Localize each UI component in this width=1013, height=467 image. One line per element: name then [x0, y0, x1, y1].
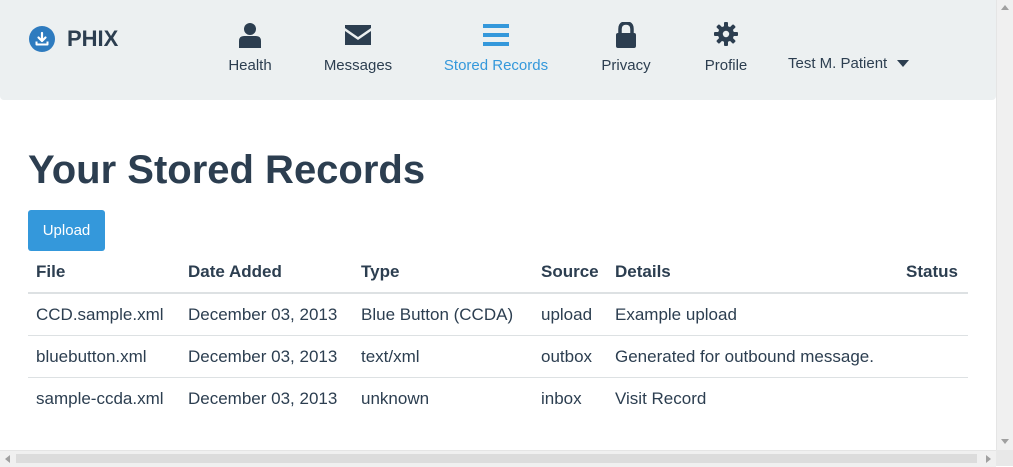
brand-name: PHIX [67, 26, 119, 51]
table-row[interactable]: bluebutton.xml December 03, 2013 text/xm… [28, 335, 968, 378]
list-icon [441, 22, 551, 50]
nav-label-health: Health [228, 57, 272, 74]
column-header-type: Type [353, 252, 533, 294]
user-icon [220, 22, 280, 50]
cell-source: outbox [533, 335, 607, 378]
cell-status [890, 293, 968, 336]
column-header-status: Status [890, 252, 968, 294]
cell-file: sample-ccda.xml [36, 388, 164, 408]
records-table: File Date Added Type Source Details Stat… [28, 252, 968, 419]
caret-down-icon [897, 60, 910, 67]
gear-icon [696, 22, 756, 50]
brand-link[interactable]: PHIX [29, 24, 118, 54]
table-row[interactable]: CCD.sample.xml December 03, 2013 Blue Bu… [28, 293, 968, 336]
table-row[interactable]: sample-ccda.xml December 03, 2013 unknow… [28, 378, 968, 420]
user-name: Test M. Patient [788, 55, 888, 72]
lock-icon [596, 22, 656, 50]
envelope-icon [320, 22, 396, 50]
cell-date-added: December 03, 2013 [180, 293, 353, 336]
cell-file: CCD.sample.xml [28, 293, 180, 336]
table-header-row: File Date Added Type Source Details Stat… [28, 252, 968, 294]
cell-source: inbox [541, 388, 582, 408]
nav-item-health[interactable]: Health [220, 22, 280, 74]
cell-date-added: December 03, 2013 [188, 388, 338, 408]
scroll-right-arrow-icon[interactable] [986, 455, 991, 463]
column-header-file: File [28, 252, 180, 294]
vertical-scrollbar[interactable] [996, 0, 1013, 450]
nav-label-privacy: Privacy [601, 57, 651, 74]
download-circle-icon [29, 26, 55, 52]
horizontal-scroll-thumb[interactable] [16, 454, 977, 463]
cell-file: bluebutton.xml [28, 335, 180, 378]
horizontal-scrollbar[interactable] [0, 450, 996, 467]
cell-status [890, 378, 968, 420]
nav-item-privacy[interactable]: Privacy [596, 22, 656, 74]
column-header-source: Source [533, 252, 607, 294]
cell-type: Blue Button (CCDA) [353, 293, 533, 336]
column-header-date-added: Date Added [180, 252, 353, 294]
page-title: Your Stored Records [28, 148, 426, 192]
nav-item-messages[interactable]: Messages [320, 22, 396, 74]
nav-label-profile: Profile [704, 57, 748, 74]
cell-date-added: December 03, 2013 [180, 335, 353, 378]
nav-label-stored-records: Stored Records [443, 57, 549, 74]
nav-item-stored-records[interactable]: Stored Records [441, 22, 551, 74]
column-header-details: Details [607, 252, 890, 294]
nav-label-messages: Messages [323, 57, 393, 74]
cell-details: Generated for outbound message. [607, 335, 890, 378]
scroll-left-arrow-icon[interactable] [5, 455, 10, 463]
cell-type: text/xml [353, 335, 533, 378]
nav-item-profile[interactable]: Profile [696, 22, 756, 74]
scrollbar-corner [996, 450, 1013, 466]
cell-status [890, 335, 968, 378]
cell-details: Visit Record [615, 388, 707, 408]
navbar: PHIX Health Messages Stored Records Priv… [0, 0, 996, 100]
upload-button[interactable]: Upload [28, 210, 105, 251]
user-menu-dropdown[interactable]: Test M. Patient [788, 55, 910, 72]
cell-type: unknown [361, 388, 430, 408]
cell-source: upload [533, 293, 607, 336]
cell-details: Example upload [607, 293, 890, 336]
scroll-up-arrow-icon[interactable] [1001, 5, 1009, 10]
scroll-down-arrow-icon[interactable] [1001, 439, 1009, 444]
